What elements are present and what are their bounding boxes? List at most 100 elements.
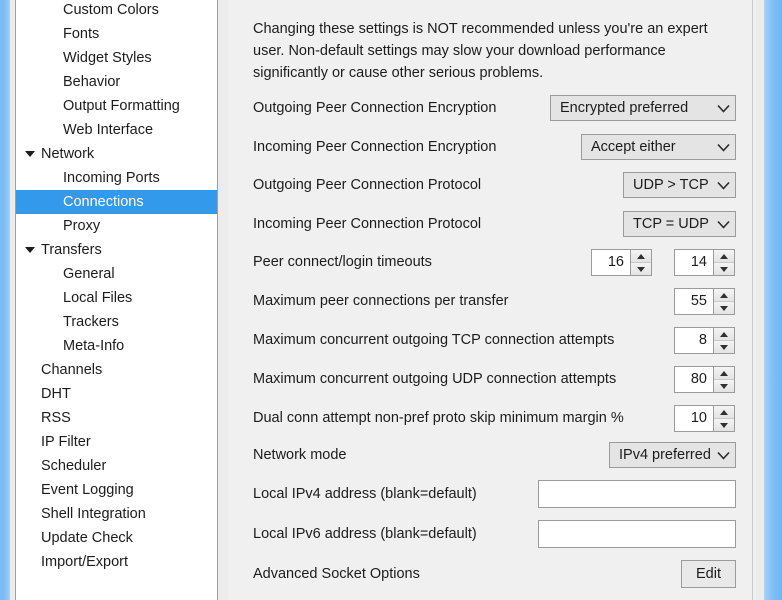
sidebar-item-label: Transfers — [41, 242, 102, 258]
sidebar-content-divider — [218, 0, 228, 600]
max-tcp-attempts-buttons[interactable] — [714, 327, 735, 354]
stepper-down-icon[interactable] — [631, 263, 651, 275]
peer-connect-timeout-stepper[interactable]: 16 — [591, 249, 652, 276]
sidebar-item-behavior[interactable]: Behavior — [16, 70, 217, 94]
chevron-down-icon — [711, 104, 735, 113]
row-incoming-protocol: Incoming Peer Connection Protocol TCP = … — [228, 209, 756, 239]
max-tcp-attempts-stepper[interactable]: 8 — [674, 327, 735, 354]
warning-text: Changing these settings is NOT recommend… — [253, 21, 708, 81]
sidebar-item-dht[interactable]: DHT — [16, 382, 217, 406]
sidebar-item-label: Local Files — [63, 290, 133, 306]
local-ipv4-input[interactable] — [538, 480, 736, 508]
network-mode-combobox[interactable]: IPv4 preferred — [609, 442, 736, 468]
dual-conn-margin-value[interactable]: 10 — [674, 405, 714, 432]
sidebar-item-connections[interactable]: Connections — [16, 190, 217, 214]
max-peer-connections-stepper[interactable]: 55 — [674, 288, 735, 315]
sidebar-item-label: Shell Integration — [41, 506, 146, 522]
sidebar-item-proxy[interactable]: Proxy — [16, 214, 217, 238]
chevron-down-icon — [711, 181, 735, 190]
max-peer-connections-buttons[interactable] — [714, 288, 735, 315]
sidebar-item-ip-filter[interactable]: IP Filter — [16, 430, 217, 454]
sidebar-item-rss[interactable]: RSS — [16, 406, 217, 430]
stepper-up-icon[interactable] — [714, 250, 734, 263]
sidebar-item-label: Network — [41, 146, 95, 162]
sidebar-item-label: Incoming Ports — [63, 170, 160, 186]
max-udp-attempts-stepper[interactable]: 80 — [674, 366, 735, 393]
peer-timeouts-label: Peer connect/login timeouts — [253, 254, 432, 270]
peer-login-timeout-stepper[interactable]: 14 — [674, 249, 735, 276]
incoming-encryption-label: Incoming Peer Connection Encryption — [253, 139, 497, 155]
sidebar-item-widget-styles[interactable]: Widget Styles — [16, 46, 217, 70]
sidebar-item-label: Trackers — [63, 314, 119, 330]
sidebar-item-meta-info[interactable]: Meta-Info — [16, 334, 217, 358]
max-udp-attempts-value[interactable]: 80 — [674, 366, 714, 393]
sidebar-item-label: Event Logging — [41, 482, 134, 498]
stepper-up-icon[interactable] — [714, 406, 734, 419]
stepper-up-icon[interactable] — [631, 250, 651, 263]
incoming-protocol-combobox[interactable]: TCP = UDP — [623, 211, 736, 237]
advanced-socket-options-edit-button[interactable]: Edit — [681, 560, 736, 588]
incoming-encryption-combobox[interactable]: Accept either — [581, 134, 736, 160]
max-tcp-attempts-label: Maximum concurrent outgoing TCP connecti… — [253, 332, 615, 348]
sidebar-item-incoming-ports[interactable]: Incoming Ports — [16, 166, 217, 190]
sidebar-item-output-formatting[interactable]: Output Formatting — [16, 94, 217, 118]
peer-login-timeout-buttons[interactable] — [714, 249, 735, 276]
sidebar-item-local-files[interactable]: Local Files — [16, 286, 217, 310]
sidebar-item-shell-integration[interactable]: Shell Integration — [16, 502, 217, 526]
chevron-down-icon — [711, 220, 735, 229]
max-peer-connections-value[interactable]: 55 — [674, 288, 714, 315]
incoming-encryption-value: Accept either — [591, 139, 676, 155]
settings-tree[interactable]: Custom Colors Fonts Widget Styles Behavior O… — [15, 0, 218, 600]
chevron-down-icon — [711, 451, 735, 460]
outgoing-encryption-combobox[interactable]: Encrypted preferred — [550, 95, 736, 121]
sidebar-item-transfers[interactable]: Transfers — [16, 238, 217, 262]
outgoing-protocol-combobox[interactable]: UDP > TCP — [623, 172, 736, 198]
dual-conn-margin-buttons[interactable] — [714, 405, 735, 432]
outgoing-encryption-value: Encrypted preferred — [560, 100, 689, 116]
panel-right-rule — [752, 0, 753, 600]
max-udp-attempts-buttons[interactable] — [714, 366, 735, 393]
sidebar-item-label: Update Check — [41, 530, 133, 546]
stepper-down-icon[interactable] — [714, 419, 734, 431]
stepper-down-icon[interactable] — [714, 263, 734, 275]
sidebar-item-fonts[interactable]: Fonts — [16, 22, 217, 46]
sidebar-item-custom-colors[interactable]: Custom Colors — [16, 0, 217, 22]
stepper-down-icon[interactable] — [714, 341, 734, 353]
local-ipv6-input[interactable] — [538, 520, 736, 548]
triangle-down-icon[interactable] — [23, 238, 37, 262]
chevron-down-icon — [711, 143, 735, 152]
sidebar-item-network[interactable]: Network — [16, 142, 217, 166]
dual-conn-margin-stepper[interactable]: 10 — [674, 405, 735, 432]
triangle-down-icon[interactable] — [23, 142, 37, 166]
stepper-up-icon[interactable] — [714, 328, 734, 341]
sidebar-item-web-interface[interactable]: Web Interface — [16, 118, 217, 142]
sidebar-item-import-export[interactable]: Import/Export — [16, 550, 217, 574]
peer-login-timeout-value[interactable]: 14 — [674, 249, 714, 276]
row-local-ipv6: Local IPv6 address (blank=default) — [228, 519, 756, 549]
max-tcp-attempts-value[interactable]: 8 — [674, 327, 714, 354]
dual-conn-margin-label: Dual conn attempt non-pref proto skip mi… — [253, 410, 624, 426]
stepper-down-icon[interactable] — [714, 380, 734, 392]
network-mode-label: Network mode — [253, 447, 347, 463]
sidebar-item-label: Channels — [41, 362, 103, 378]
sidebar-item-trackers[interactable]: Trackers — [16, 310, 217, 334]
incoming-protocol-label: Incoming Peer Connection Protocol — [253, 216, 482, 232]
peer-connect-timeout-value[interactable]: 16 — [591, 249, 631, 276]
sidebar-item-update-check[interactable]: Update Check — [16, 526, 217, 550]
sidebar-item-general[interactable]: General — [16, 262, 217, 286]
row-dual-conn-margin: Dual conn attempt non-pref proto skip mi… — [228, 403, 756, 433]
sidebar-item-scheduler[interactable]: Scheduler — [16, 454, 217, 478]
stepper-down-icon[interactable] — [714, 302, 734, 314]
window-inner-gap-right — [756, 0, 764, 600]
row-outgoing-encryption: Outgoing Peer Connection Encryption Encr… — [228, 93, 756, 123]
stepper-up-icon[interactable] — [714, 289, 734, 302]
sidebar-item-event-logging[interactable]: Event Logging — [16, 478, 217, 502]
window-border-left — [0, 0, 10, 600]
row-max-udp-attempts: Maximum concurrent outgoing UDP connecti… — [228, 364, 756, 394]
peer-connect-timeout-buttons[interactable] — [631, 249, 652, 276]
sidebar-item-label: Custom Colors — [63, 2, 159, 18]
outgoing-encryption-label: Outgoing Peer Connection Encryption — [253, 100, 497, 116]
stepper-up-icon[interactable] — [714, 367, 734, 380]
sidebar-item-channels[interactable]: Channels — [16, 358, 217, 382]
row-network-mode: Network mode IPv4 preferred — [228, 440, 756, 470]
